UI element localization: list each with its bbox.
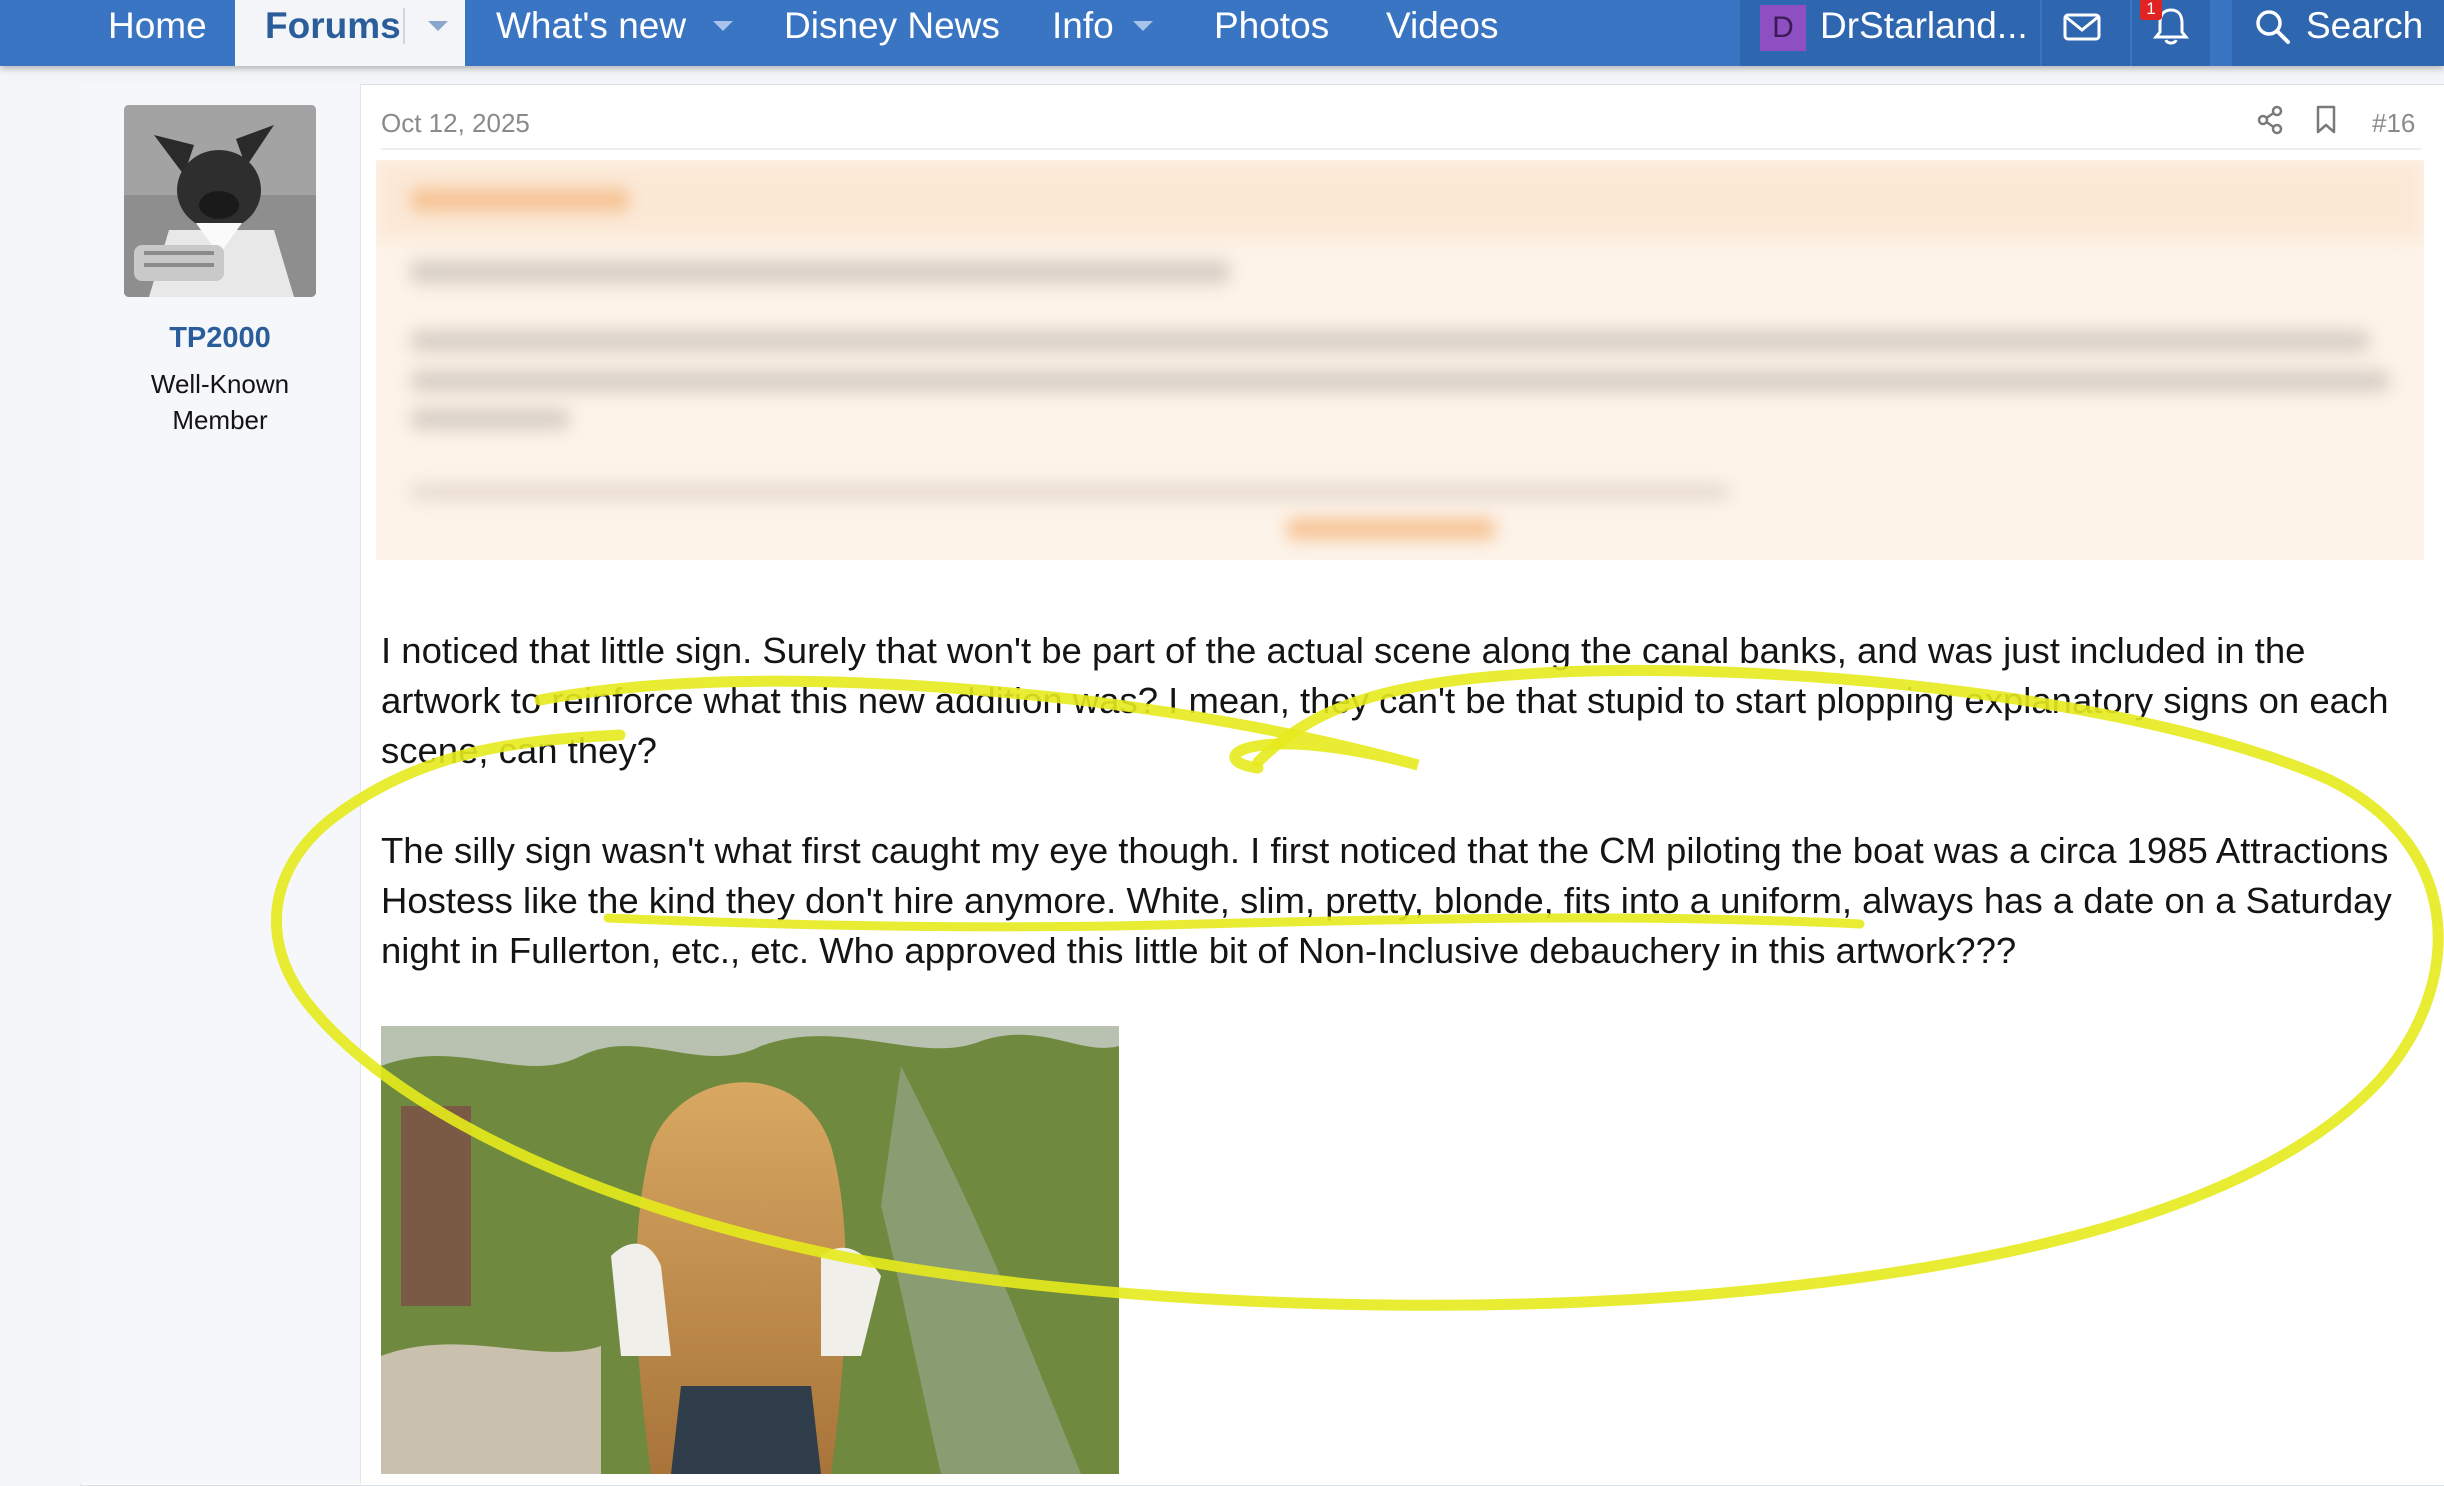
chevron-down-icon[interactable] (1118, 0, 1168, 52)
nav-photos[interactable]: Photos (1214, 0, 1329, 66)
user-title: Well-Known Member (80, 366, 360, 438)
post-paragraph: The silly sign wasn't what first caught … (381, 830, 2392, 971)
nav-info[interactable]: Info (1052, 0, 1114, 66)
divider (2130, 0, 2132, 66)
blur-line (1286, 518, 1496, 540)
chevron-down-icon[interactable] (698, 0, 748, 52)
quoted-reply-blurred (376, 160, 2424, 560)
nav-forums-label: Forums (265, 5, 401, 46)
account-area: D DrStarland... 1 (1740, 0, 2210, 66)
user-avatar[interactable] (124, 105, 316, 297)
chevron-down-icon[interactable] (413, 0, 463, 52)
post-number[interactable]: #16 (2372, 108, 2415, 139)
bookmark-icon[interactable] (2314, 104, 2338, 144)
post-attachment-image[interactable] (381, 1026, 1119, 1474)
nav-home[interactable]: Home (108, 0, 207, 66)
account-username[interactable]: DrStarland... (1820, 0, 2028, 66)
search-icon (2254, 8, 2292, 51)
user-title-text: Well-Known Member (150, 369, 290, 435)
avatar[interactable]: D (1760, 5, 1806, 51)
envelope-icon[interactable] (2062, 10, 2102, 49)
nav-disney-news[interactable]: Disney News (784, 0, 1000, 66)
divider (2040, 0, 2042, 66)
blur-line (410, 330, 2370, 352)
divider (381, 148, 2421, 150)
quote-author-blur (410, 188, 630, 212)
post-date[interactable]: Oct 12, 2025 (381, 108, 530, 139)
search-area[interactable]: Search (2232, 0, 2444, 66)
blur-line (410, 484, 1730, 500)
quote-header-bg (376, 160, 2424, 240)
nav-whats-new[interactable]: What's new (496, 0, 686, 66)
alert-badge: 1 (2140, 0, 2162, 20)
nav-forums[interactable]: Forums (235, 0, 465, 66)
blur-line (410, 370, 2390, 392)
blur-line (410, 260, 1230, 284)
share-icon[interactable] (2256, 104, 2284, 144)
search-button[interactable]: Search (2306, 0, 2423, 66)
top-nav: Home Forums What's new Disney News Info … (0, 0, 2444, 66)
blur-line (410, 408, 570, 430)
divider (403, 8, 405, 44)
post-author[interactable]: TP2000 (80, 322, 360, 355)
post-paragraph: I noticed that little sign. Surely that … (381, 630, 2389, 771)
post-body: I noticed that little sign. Surely that … (381, 626, 2421, 1026)
nav-videos[interactable]: Videos (1386, 0, 1498, 66)
